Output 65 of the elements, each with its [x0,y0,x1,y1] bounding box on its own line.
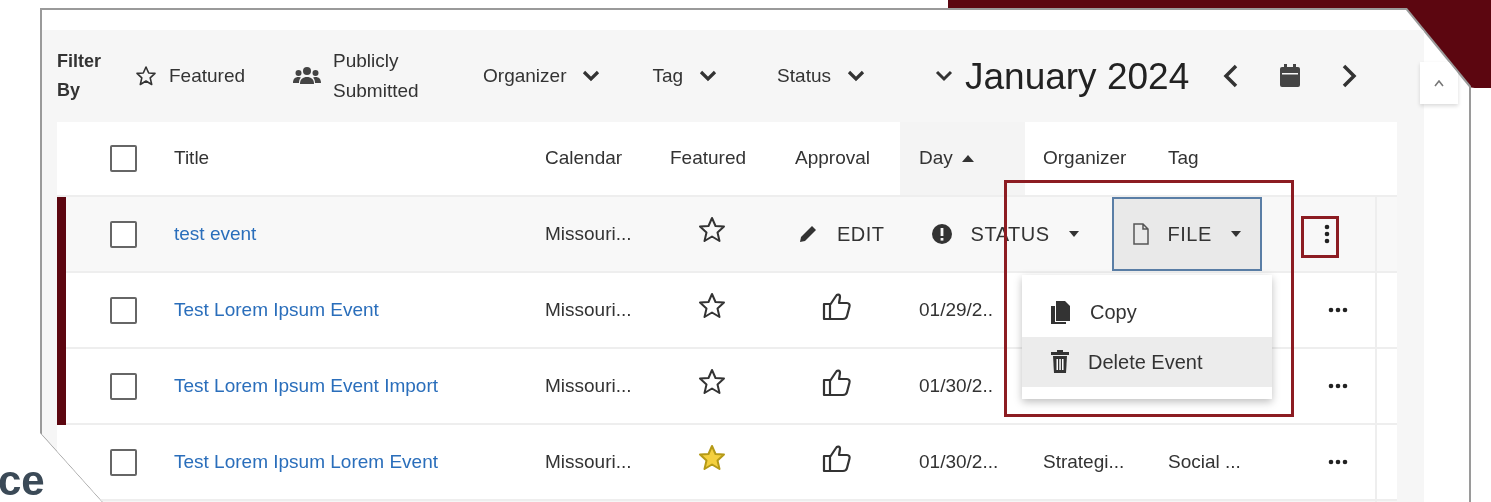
copy-icon [1050,300,1072,324]
filter-dropdown[interactable]: Tag [652,61,718,91]
table-cell: Missouri... [545,374,632,396]
table-cell-text: 01/30/2... [919,449,999,474]
chevron-down-icon[interactable] [935,70,953,82]
filter-dropdown[interactable]: Status [777,61,865,91]
event-link[interactable]: test event [174,222,257,244]
event-link[interactable]: Test Lorem Ipsum Event Import [174,374,438,396]
column-header[interactable]: Title [174,122,545,195]
vertical-dots-icon[interactable] [1324,224,1331,244]
table-cell-text: 01/30/2.. [919,373,993,398]
sort-up-icon [960,154,975,163]
column-header[interactable]: Organizer [1025,122,1150,195]
month-title: January 2024 [965,57,1190,95]
more-dots-icon[interactable] [1327,459,1348,465]
filter-toggle[interactable]: Publicly Submitted [293,45,444,107]
star-icon [135,65,157,87]
table-cell: Strategi... [1043,450,1125,472]
pencil-icon [797,223,819,245]
menu-item[interactable]: Delete Event [1022,337,1272,387]
table-cell: Missouri... [545,222,632,244]
scroll-top-icon [1434,79,1444,87]
checkbox[interactable] [110,145,137,172]
checkbox[interactable] [110,220,137,248]
checkbox[interactable] [110,448,137,476]
checkbox[interactable] [110,296,137,324]
table-cell: Social ... [1168,450,1241,472]
column-header[interactable]: Approval [795,122,900,195]
filter-dropdown[interactable]: Organizer [483,61,601,91]
column-header[interactable]: Featured [670,122,795,195]
document-icon [1131,222,1150,246]
chevron-left-icon[interactable] [1223,64,1240,88]
table-cell: Missouri... [545,450,632,472]
scroll-top-button[interactable] [1420,62,1458,104]
chevron-down-icon [847,70,865,82]
filled-star-icon[interactable] [698,443,726,472]
column-header[interactable]: Calendar [545,122,670,195]
chevron-down-icon [582,70,601,82]
background-text: ce [0,460,45,502]
highlight-frame [1301,216,1339,258]
event-link[interactable]: Test Lorem Ipsum Lorem Event [174,450,438,472]
filter-label: Filter By [57,50,102,102]
star-icon[interactable] [698,367,726,396]
checkbox[interactable] [110,372,137,400]
exclamation-icon [930,223,953,245]
table-cell: Missouri... [545,298,632,320]
edit-button[interactable]: EDIT [795,197,905,271]
caret-down-icon [1229,230,1242,238]
caret-down-icon [1067,230,1080,238]
calendar-icon[interactable] [1279,64,1302,88]
menu-item[interactable]: Copy [1022,287,1272,337]
chevron-right-icon[interactable] [1341,64,1358,88]
more-dots-icon[interactable] [1327,307,1348,313]
column-header[interactable]: Tag [1150,122,1300,195]
people-icon [293,66,322,86]
column-header[interactable]: Day [900,122,1025,195]
star-icon[interactable] [698,291,726,320]
table-cell-text: 01/29/2.. [919,297,993,322]
filter-toggle[interactable]: Featured [135,60,246,92]
chevron-down-icon [699,70,718,82]
trash-icon [1050,350,1070,374]
more-dots-icon[interactable] [1327,383,1348,389]
event-link[interactable]: Test Lorem Ipsum Event [174,298,379,320]
star-icon[interactable] [698,215,726,244]
file-button[interactable]: FILE [1111,197,1262,271]
